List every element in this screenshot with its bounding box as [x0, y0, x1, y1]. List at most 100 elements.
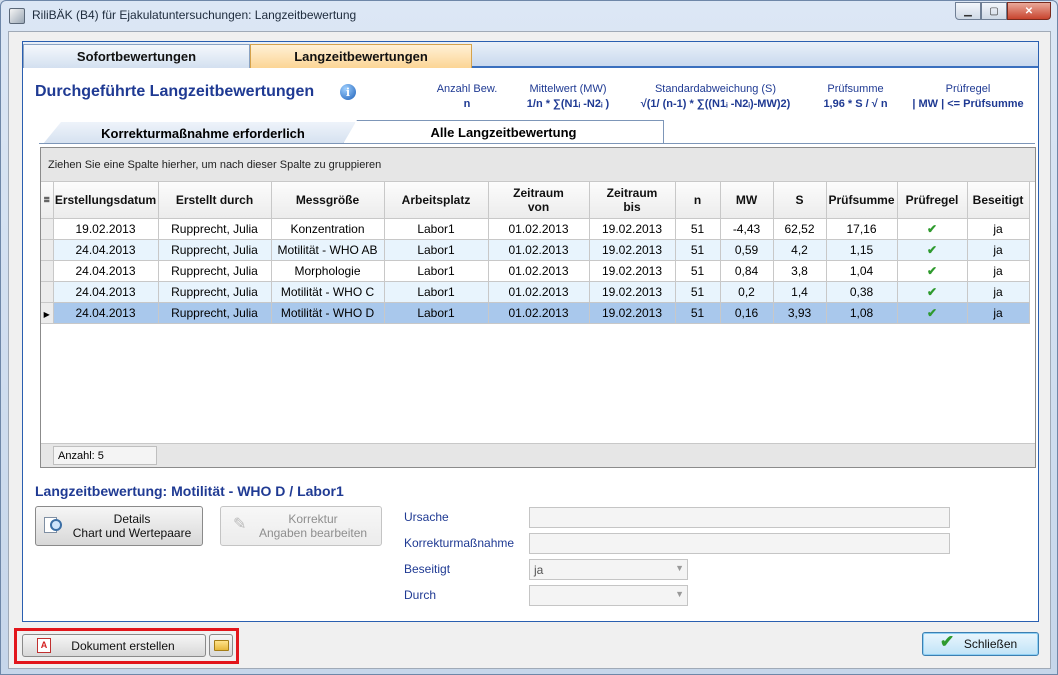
formula-label: Standardabweichung (S) [654, 83, 777, 95]
check-icon: ✔ [897, 260, 968, 282]
pencil-icon: ✎ [233, 516, 247, 533]
column-header-label: Arbeitsplatz [401, 192, 471, 207]
row-indicator[interactable] [41, 281, 54, 303]
table-cell: 19.02.2013 [589, 281, 676, 303]
table-row[interactable]: 24.04.2013 Rupprecht, Julia Motilität - WH… [41, 281, 1030, 303]
table-cell: 62,52 [773, 218, 827, 240]
column-header-label: n [693, 192, 702, 207]
table-cell: 0,16 [720, 302, 774, 324]
table-cell: Labor1 [384, 218, 489, 240]
chevron-down-icon[interactable]: ▼ [675, 563, 684, 573]
column-header[interactable]: Prüfsumme [826, 182, 898, 219]
durch-select[interactable]: ▼ [529, 585, 688, 606]
table-cell: 51 [675, 218, 721, 240]
column-header[interactable]: n [675, 182, 721, 219]
table-cell: 51 [675, 281, 721, 303]
main-panel: Sofortbewertungen Langzeitbewertungen Du… [22, 41, 1039, 622]
table-header-row: ≣ Erstellungsdatum Erstellt durch Messgröß… [41, 182, 1030, 219]
table-cell: Rupprecht, Julia [158, 239, 272, 261]
table-cell: 17,16 [826, 218, 898, 240]
column-header-label: S [795, 192, 804, 207]
korrektur-button[interactable]: ✎ Korrektur Angaben bearbeiten [220, 506, 382, 546]
column-header[interactable]: Zeitraum von [488, 182, 590, 219]
data-table: ≣ Erstellungsdatum Erstellt durch Messgröß… [41, 182, 1030, 324]
column-header-label: Prüfregel [905, 192, 959, 207]
table-cell: Labor1 [384, 281, 489, 303]
table-cell: Rupprecht, Julia [158, 281, 272, 303]
formula-anzahl: Anzahl Bew. n [427, 83, 507, 110]
ursache-field[interactable] [529, 507, 950, 528]
table-cell: Labor1 [384, 239, 489, 261]
row-indicator[interactable] [41, 218, 54, 240]
table-cell: 3,8 [773, 260, 827, 282]
table-cell: 19.02.2013 [589, 218, 676, 240]
table-cell: Motilität - WHO C [271, 281, 385, 303]
korrekturmassnahme-field[interactable] [529, 533, 950, 554]
info-icon[interactable]: i [340, 84, 356, 100]
row-indicator[interactable] [41, 239, 54, 261]
beseitigt-select[interactable]: ja ▼ [529, 559, 688, 580]
column-header-label: Beseitigt [972, 192, 1024, 207]
table-cell: 0,38 [826, 281, 898, 303]
column-header[interactable]: Zeitraum bis [589, 182, 676, 219]
column-header[interactable]: Beseitigt [967, 182, 1030, 219]
dokument-erstellen-button[interactable]: A Dokument erstellen [22, 634, 206, 657]
table-cell: 19.02.2013 [589, 239, 676, 261]
schliessen-button[interactable]: ✔ Schließen [922, 632, 1039, 656]
column-header-label: Erstellungsdatum [54, 192, 157, 207]
table-cell: Labor1 [384, 302, 489, 324]
row-indicator[interactable] [41, 260, 54, 282]
column-header-label: bis [623, 199, 641, 214]
open-folder-button[interactable] [209, 634, 233, 657]
column-header[interactable]: Erstellungsdatum [53, 182, 159, 219]
table-row[interactable]: 24.04.2013 Rupprecht, Julia Motilität - WH… [41, 239, 1030, 261]
formula-expression: 1/n * ∑(N1ᵢ -N2ᵢ ) [526, 98, 610, 110]
column-header[interactable]: Erstellt durch [158, 182, 272, 219]
tab-korrekturmassnahme[interactable]: Korrekturmaßnahme erforderlich [43, 122, 363, 144]
top-tab-strip: Sofortbewertungen Langzeitbewertungen [23, 42, 1038, 68]
row-indicator-header[interactable]: ≣ [41, 182, 54, 219]
durch-label: Durch [404, 588, 437, 602]
tab-sofortbewertungen[interactable]: Sofortbewertungen [23, 44, 250, 68]
tab-alle-langzeitbewertung[interactable]: Alle Langzeitbewertung [343, 120, 664, 144]
column-header[interactable]: Arbeitsplatz [384, 182, 489, 219]
table-cell: -4,43 [720, 218, 774, 240]
table-cell: ja [967, 281, 1030, 303]
check-icon: ✔ [897, 281, 968, 303]
close-window-button[interactable]: ✕ [1007, 2, 1051, 20]
folder-icon [214, 640, 229, 651]
ursache-label: Ursache [404, 510, 449, 524]
tab-langzeitbewertungen[interactable]: Langzeitbewertungen [250, 44, 472, 68]
table-cell: ja [967, 218, 1030, 240]
table-cell: Rupprecht, Julia [158, 260, 272, 282]
table-cell: Labor1 [384, 260, 489, 282]
group-by-area[interactable]: Ziehen Sie eine Spalte hierher, um nach … [41, 148, 1035, 182]
formula-label: Prüfregel [945, 83, 991, 95]
table-cell: Motilität - WHO D [271, 302, 385, 324]
details-chart-button[interactable]: Details Chart und Wertepaare [35, 506, 203, 546]
row-indicator[interactable]: ▶ [41, 302, 54, 324]
title-bar[interactable]: RiliBÄK (B4) für Ejakulatuntersuchungen:… [1, 1, 1057, 31]
table-cell: 01.02.2013 [488, 239, 590, 261]
table-cell: 3,93 [773, 302, 827, 324]
table-cell: 0,2 [720, 281, 774, 303]
formula-mittelwert: Mittelwert (MW) 1/n * ∑(N1ᵢ -N2ᵢ ) [513, 83, 623, 110]
schliessen-label: Schließen [963, 637, 1018, 651]
table-row[interactable]: ▶ 24.04.2013 Rupprecht, Julia Motilität - W… [41, 302, 1030, 324]
table-row[interactable]: 24.04.2013 Rupprecht, Julia Morphologie Lab… [41, 260, 1030, 282]
table-row[interactable]: 19.02.2013 Rupprecht, Julia Konzentration L… [41, 218, 1030, 240]
column-header-label: Prüfsumme [828, 192, 895, 207]
column-header[interactable]: S [773, 182, 827, 219]
table-cell: 24.04.2013 [53, 239, 159, 261]
column-header[interactable]: Messgröße [271, 182, 385, 219]
maximize-button[interactable]: ▢ [981, 2, 1007, 20]
table-cell: ja [967, 239, 1030, 261]
formula-standardabweichung: Standardabweichung (S) √(1/ (n-1) * ∑((N… [628, 83, 803, 110]
chevron-down-icon[interactable]: ▼ [675, 589, 684, 599]
column-header[interactable]: MW [720, 182, 774, 219]
formula-expression: 1,96 * S / √ n [823, 98, 888, 110]
column-header[interactable]: Prüfregel [897, 182, 968, 219]
minimize-button[interactable]: ▁ [955, 2, 981, 20]
table-cell: 01.02.2013 [488, 281, 590, 303]
app-window: RiliBÄK (B4) für Ejakulatuntersuchungen:… [0, 0, 1058, 675]
